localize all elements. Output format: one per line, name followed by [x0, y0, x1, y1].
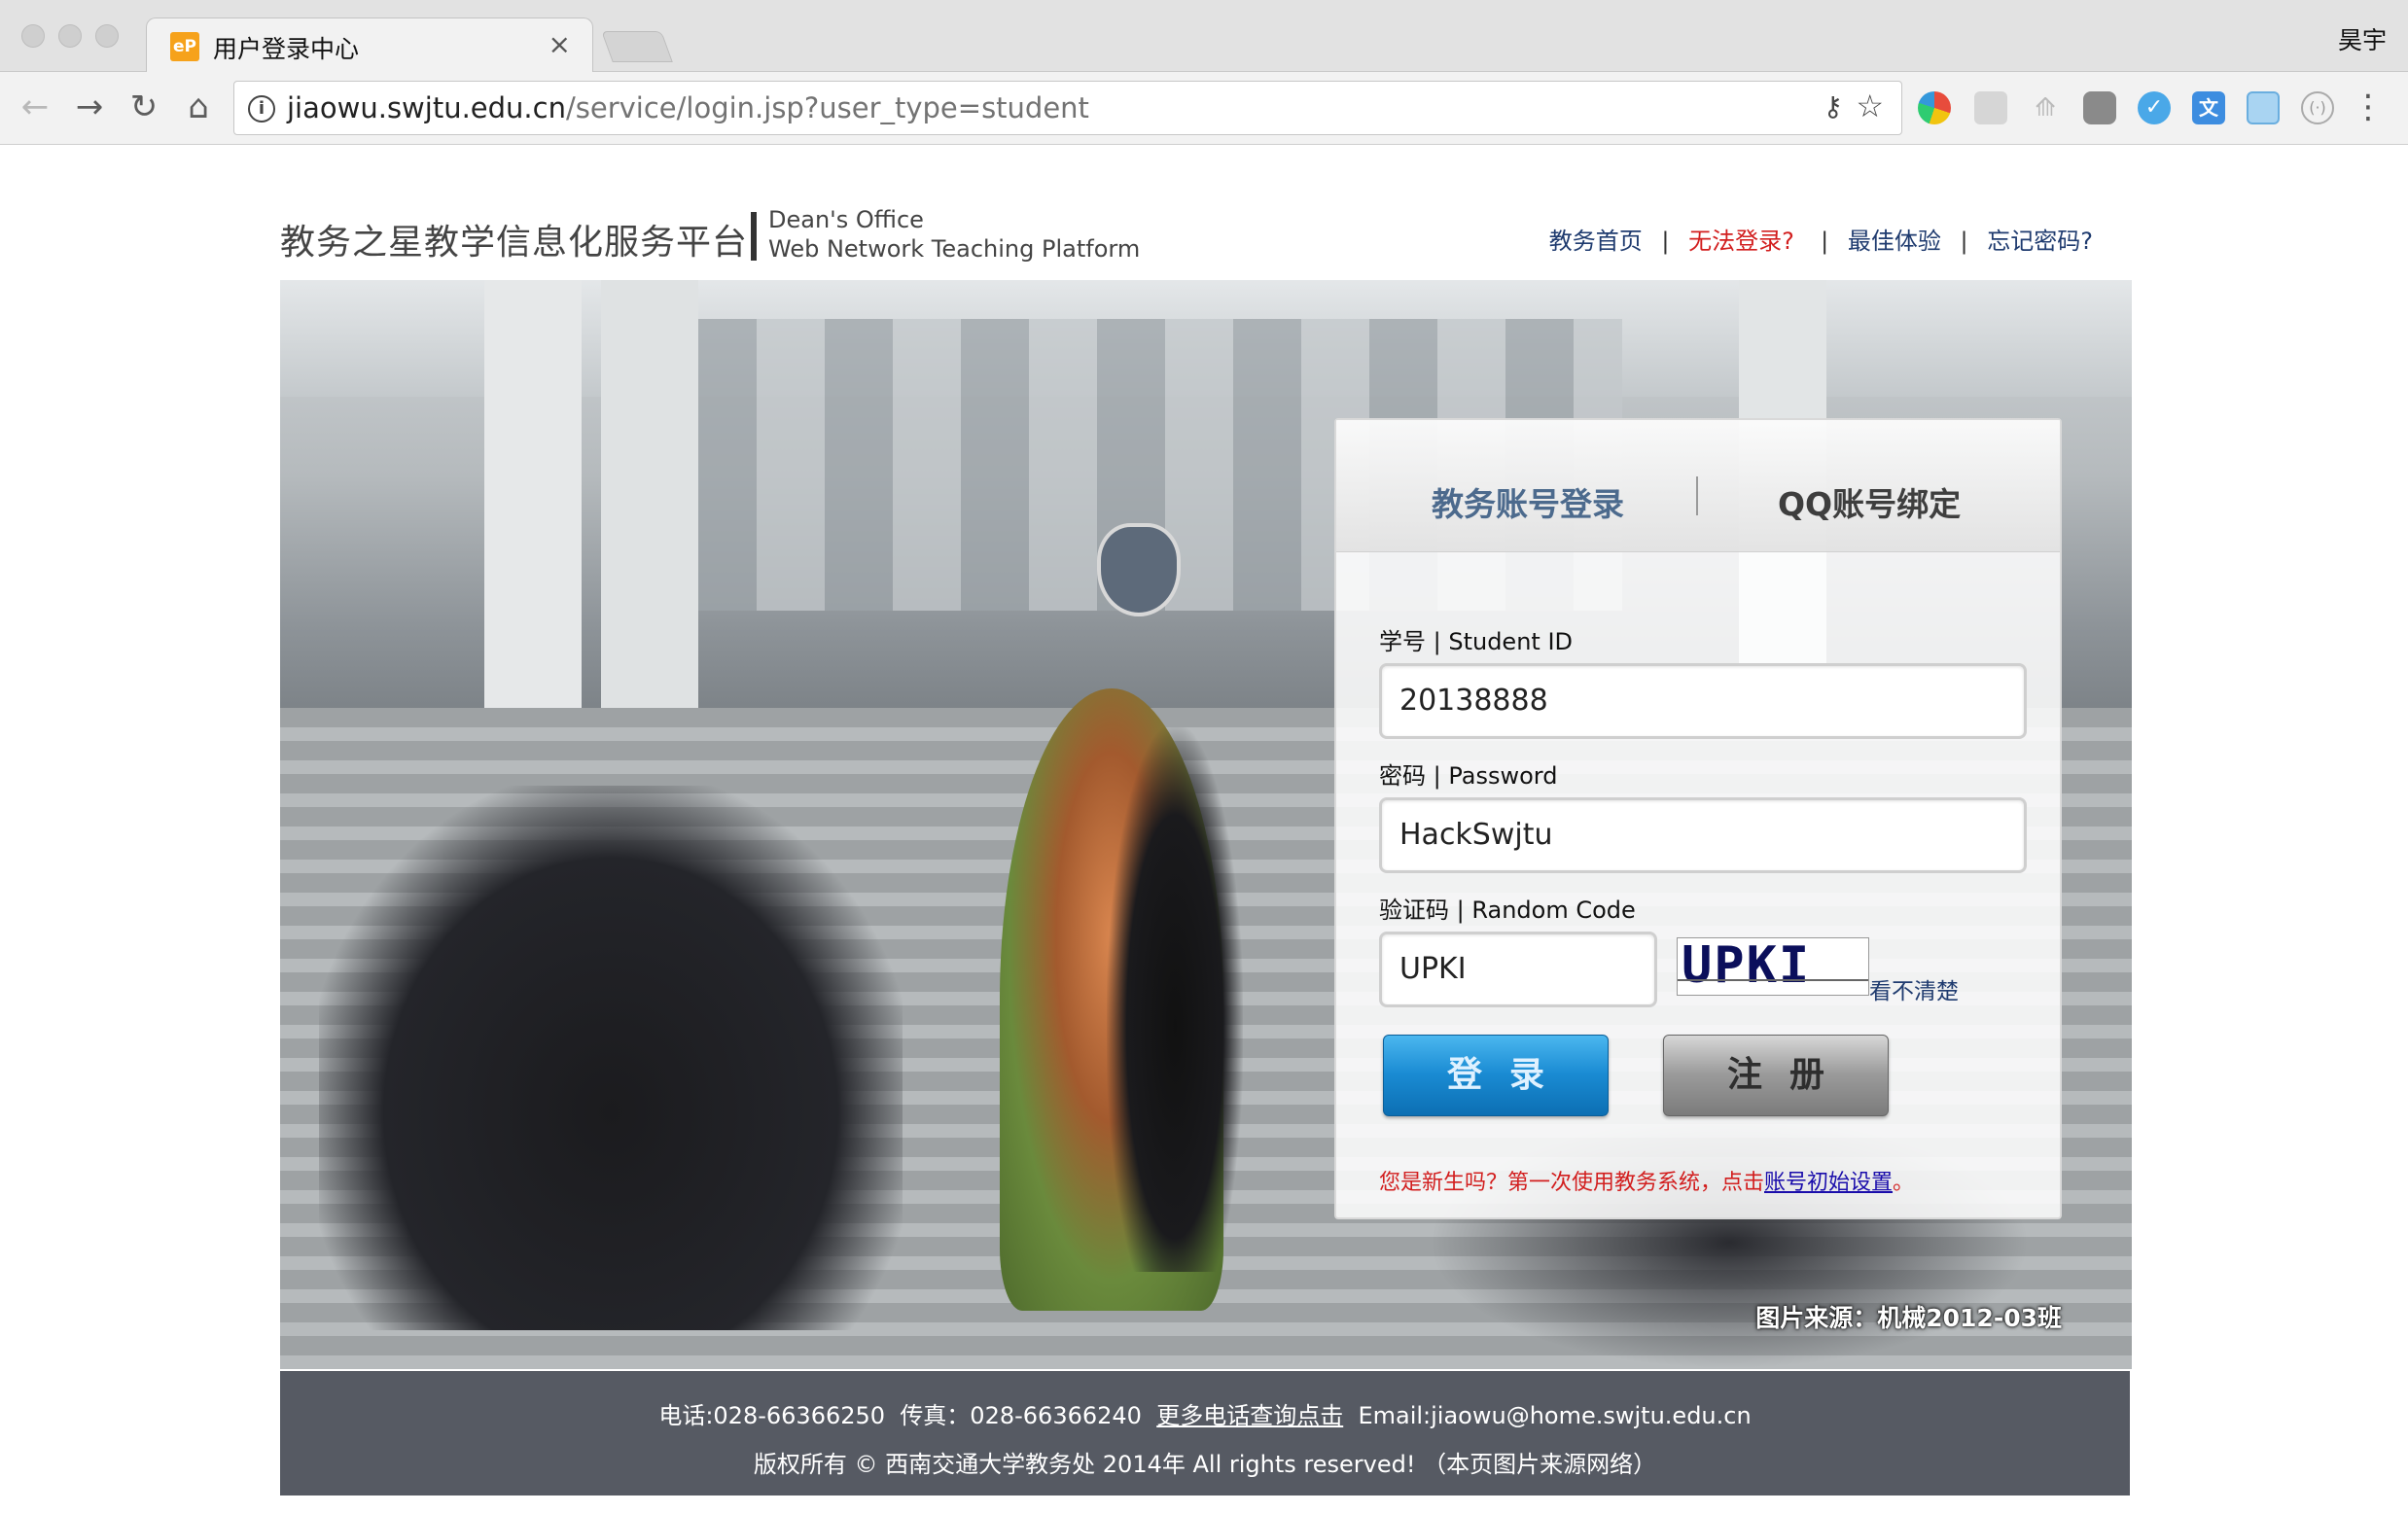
pillar	[484, 280, 582, 708]
top-links: 教务首页 | 无法登录? | 最佳体验 | 忘记密码?	[1548, 228, 2093, 255]
tab-close-icon[interactable]: ×	[549, 28, 571, 60]
random-code-value: UPKI	[1399, 952, 1467, 986]
browser-titlebar: eP 用户登录中心 × 昊宇	[0, 0, 2408, 73]
tab-title: 用户登录中心	[213, 35, 360, 63]
login-tabs: 教务账号登录 QQ账号绑定	[1336, 420, 2060, 552]
link-forgot-password[interactable]: 忘记密码?	[1987, 228, 2093, 255]
link-cannot-login[interactable]: 无法登录?	[1688, 228, 1794, 255]
captcha-noise-line	[1678, 979, 1868, 981]
page-header: 教务之星教学信息化服务平台 Dean's Office Web Network …	[280, 202, 2128, 280]
bookmark-star-icon[interactable]: ☆	[1856, 88, 1884, 124]
footer-contact: 电话:028-66366250 传真：028-66366240 更多电话查询点击…	[280, 1396, 2130, 1430]
login-panel: 教务账号登录 QQ账号绑定 学号 | Student ID 20138888 密…	[1334, 418, 2062, 1219]
student-id-label: 学号 | Student ID	[1379, 628, 1574, 655]
new-tab-button[interactable]	[601, 31, 673, 62]
tab-qq-bind[interactable]: QQ账号绑定	[1778, 478, 1961, 525]
forward-icon[interactable]: →	[70, 88, 109, 126]
browser-toolbar: ← → ↻ ⌂ i jiaowu.swjtu.edu.cn/service/lo…	[0, 72, 2408, 145]
site-favicon-icon: eP	[170, 32, 199, 61]
footer-email: Email:jiaowu@home.swjtu.edu.cn	[1358, 1402, 1752, 1429]
footer-copyright: 版权所有 © 西南交通大学教务处 2014年 All rights reserv…	[753, 1451, 1657, 1478]
rss-icon[interactable]	[1974, 91, 2007, 124]
browser-tab[interactable]: eP 用户登录中心 ×	[146, 18, 593, 73]
url-text[interactable]: jiaowu.swjtu.edu.cn/service/login.jsp?us…	[287, 91, 1089, 124]
random-code-field[interactable]: UPKI	[1379, 932, 1657, 1007]
page-footer: 电话:028-66366250 传真：028-66366240 更多电话查询点击…	[280, 1371, 2130, 1495]
url-host: jiaowu.swjtu.edu.cn	[287, 91, 566, 124]
link-best-experience[interactable]: 最佳体验	[1848, 228, 1941, 255]
tab-account-login[interactable]: 教务账号登录	[1432, 478, 1624, 525]
captcha-text: UPKI	[1682, 937, 1812, 995]
more-phones-link[interactable]: 更多电话查询点击	[1156, 1402, 1343, 1429]
student-id-value: 20138888	[1399, 684, 1548, 718]
back-icon[interactable]: ←	[16, 88, 54, 126]
footer-phone: 电话:028-66366250	[658, 1402, 886, 1429]
tab-divider	[1696, 476, 1698, 515]
notice-suffix: 。	[1893, 1171, 1915, 1195]
password-value: HackSwjtu	[1399, 818, 1553, 852]
reload-icon[interactable]: ↻	[124, 88, 163, 126]
password-field[interactable]: HackSwjtu	[1379, 797, 2027, 873]
platform-subtitle-line2: Web Network Teaching Platform	[768, 235, 1141, 263]
notice-text: 您是新生吗？第一次使用教务系统，点击	[1379, 1171, 1765, 1195]
password-label: 密码 | Password	[1379, 762, 1558, 790]
profile-name[interactable]: 昊宇	[2338, 21, 2387, 56]
graduates-group	[319, 786, 903, 1330]
logo-divider	[751, 212, 757, 261]
home-icon[interactable]: ⌂	[179, 88, 218, 126]
account-setup-link[interactable]: 账号初始设置	[1764, 1171, 1893, 1195]
footer-fax: 传真：028-66366240	[900, 1402, 1142, 1429]
minimize-window-button[interactable]	[58, 24, 82, 48]
checkmark-icon[interactable]: ✓	[2138, 91, 2171, 124]
url-path: /service/login.jsp?user_type=student	[565, 91, 1089, 124]
login-button[interactable]: 登录	[1383, 1035, 1609, 1116]
student-id-field[interactable]: 20138888	[1379, 663, 2027, 739]
refresh-captcha-link[interactable]: 看不清楚	[1869, 972, 1959, 1005]
school-emblem	[1097, 523, 1181, 616]
captcha-image[interactable]: UPKI	[1677, 937, 1869, 996]
link-home[interactable]: 教务首页	[1549, 228, 1643, 255]
tree-icon[interactable]: ⟰	[2029, 91, 2062, 124]
platform-title: 教务之星教学信息化服务平台	[280, 223, 749, 263]
key-icon[interactable]: ⚷	[1823, 90, 1843, 123]
pillar	[601, 280, 698, 708]
chrome-icon[interactable]	[1918, 91, 1951, 124]
translate-icon[interactable]: 文	[2192, 91, 2225, 124]
maximize-window-button[interactable]	[95, 24, 119, 48]
image-icon[interactable]	[2247, 91, 2280, 124]
address-bar[interactable]: i jiaowu.swjtu.edu.cn/service/login.jsp?…	[233, 81, 1902, 135]
bracket-icon[interactable]: (·)	[2301, 91, 2334, 124]
random-code-label: 验证码 | Random Code	[1379, 897, 1636, 924]
freshman-notice: 您是新生吗？第一次使用教务系统，点击账号初始设置。	[1379, 1165, 1914, 1196]
browser-menu-icon[interactable]: ⋮	[2352, 88, 2385, 126]
evernote-icon[interactable]	[2083, 91, 2116, 124]
platform-subtitle-line1: Dean's Office	[768, 206, 924, 233]
photo-credit: 图片来源：机械2012-03班	[1755, 1304, 2062, 1332]
register-button[interactable]: 注册	[1663, 1035, 1889, 1116]
close-window-button[interactable]	[21, 24, 45, 48]
graduate-standing	[1107, 727, 1243, 1272]
site-info-icon[interactable]: i	[248, 95, 275, 123]
